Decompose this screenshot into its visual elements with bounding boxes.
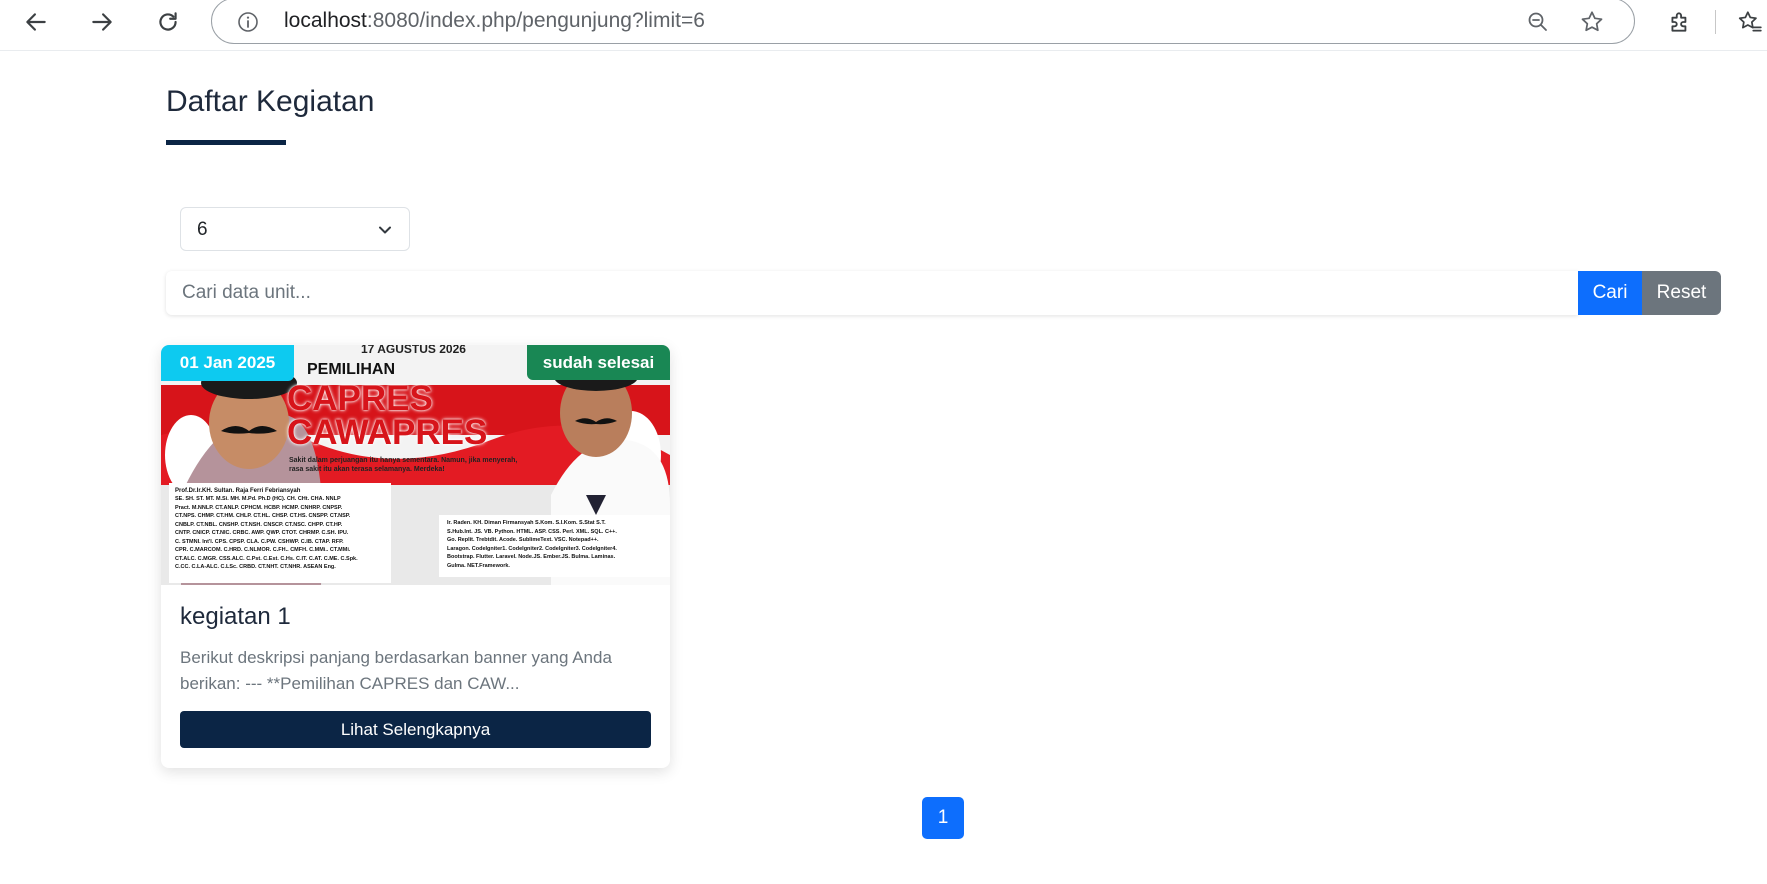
activity-banner-image: 17 AGUSTUS 2026 PEMILIHAN CAPRES CAWAPRE… bbox=[161, 345, 670, 585]
activity-card: 17 AGUSTUS 2026 PEMILIHAN CAPRES CAWAPRE… bbox=[161, 345, 670, 768]
url-path: :8080/index.php/pengunjung?limit=6 bbox=[366, 9, 705, 32]
address-bar[interactable]: localhost:8080/index.php/pengunjung?limi… bbox=[211, 0, 1635, 44]
banner-right-title-line: Bootstrap. Flutter. Laravel. Node.JS. Em… bbox=[447, 554, 616, 560]
card-title: kegiatan 1 bbox=[180, 603, 291, 630]
browser-toolbar: localhost:8080/index.php/pengunjung?limi… bbox=[0, 0, 1767, 50]
banner-date: 17 AGUSTUS 2026 bbox=[361, 345, 466, 356]
banner-left-name: Prof.Dr.Ir.KH. Sultan. Raja Ferri Febria… bbox=[175, 488, 301, 494]
banner-heading-line2: CAWAPRES bbox=[287, 413, 488, 452]
site-info-icon[interactable] bbox=[232, 6, 264, 38]
banner-right-title-line: Laragon. CodeIgniter1. CodeIgniter2. Cod… bbox=[447, 545, 617, 552]
banner-left-title-line: Pract. M.NNLP. CT.ANLP. CPHCM. HCBP. HCM… bbox=[175, 504, 343, 511]
banner-right-title-line: Go. Replit. Trebtdit. Acode. SublimeText… bbox=[447, 537, 599, 543]
reload-icon bbox=[159, 12, 177, 31]
banner-right-title-line: S.Hub.Int. JS. VB. Python. HTML. ASP. CS… bbox=[447, 528, 617, 535]
banner-left-title-line: C.CC. C.LA-ALC. C.LSc. CRBD. CT.NHT. CT.… bbox=[175, 564, 336, 570]
pagination-page-1[interactable]: 1 bbox=[922, 797, 964, 839]
favorites-star-icon bbox=[1738, 11, 1762, 32]
favorites-button[interactable] bbox=[1732, 4, 1767, 40]
limit-select[interactable]: 6 bbox=[180, 207, 410, 251]
banner-right-credentials: Ir. Raden. KH. Diman Firmansyah S.Kom. S… bbox=[439, 515, 670, 577]
banner-left-credentials: Prof.Dr.Ir.KH. Sultan. Raja Ferri Febria… bbox=[169, 483, 391, 583]
banner-left-title-line: CT.ALC. C.MGR. CSS.ALC. C.Pst. C.Est. C.… bbox=[175, 555, 358, 562]
url-text: localhost:8080/index.php/pengunjung?limi… bbox=[284, 9, 705, 33]
banner-left-title-line: C. STMNI. Int'l. CPS. CPSP. CLA. C.PW. C… bbox=[175, 538, 344, 545]
banner-left-title-line: CPR. C.MARCOM. C.HRD. C.NLMOR. C.FH.. CM… bbox=[175, 547, 351, 553]
puzzle-icon bbox=[1671, 12, 1687, 32]
url-host: localhost bbox=[284, 9, 367, 32]
forward-button[interactable] bbox=[84, 4, 120, 40]
banner-left-title-line: CNBLP. CT.NBL. CNSHP. CT.NSH. CNSCP. CT.… bbox=[175, 521, 343, 528]
banner-left-titles: SE. SH. ST. MT. M.Si. MH. M.Pd. Ph.D (HC… bbox=[175, 495, 385, 572]
title-underline bbox=[166, 140, 286, 145]
limit-select-value: 6 bbox=[197, 219, 208, 240]
search-input[interactable] bbox=[166, 271, 1578, 315]
banner-left-title-line: CNTP. CNICP. CT.NIC. CRBC. AWP. QWP. CTO… bbox=[175, 530, 349, 536]
status-badge: sudah selesai bbox=[527, 345, 670, 380]
banner-right-title-line: Gulma. NET.Framework. bbox=[447, 562, 510, 569]
zoom-icon[interactable] bbox=[1522, 6, 1554, 38]
extensions-button[interactable] bbox=[1662, 4, 1698, 40]
reset-button[interactable]: Reset bbox=[1642, 271, 1721, 315]
search-form: Cari Reset bbox=[166, 271, 1721, 315]
arrow-right-icon bbox=[92, 13, 112, 31]
banner-left-title-line: SE. SH. ST. MT. M.Si. MH. M.Pd. Ph.D (HC… bbox=[175, 496, 341, 502]
banner-tagline-1: Sakit dalam perjuangan itu hanya sementa… bbox=[289, 457, 518, 464]
view-details-button[interactable]: Lihat Selengkapnya bbox=[180, 711, 651, 748]
toolbar-divider bbox=[1715, 10, 1716, 34]
banner-left-title-line: CT.NPS. CHMP. CT.HM. CHLP. CT.HL. CHSP. … bbox=[175, 513, 351, 519]
back-button[interactable] bbox=[18, 4, 54, 40]
search-button[interactable]: Cari bbox=[1578, 271, 1642, 315]
banner-heading-small: PEMILIHAN bbox=[307, 361, 395, 378]
banner-right-title-line: Ir. Raden. KH. Diman Firmansyah S.Kom. S… bbox=[447, 520, 606, 526]
card-description: Berikut deskripsi panjang berdasarkan ba… bbox=[180, 648, 612, 693]
star-icon[interactable] bbox=[1576, 6, 1608, 38]
page-content: Daftar Kegiatan 6 Cari Reset bbox=[0, 50, 1767, 884]
date-badge: 01 Jan 2025 bbox=[161, 345, 294, 381]
banner-tagline-2: rasa sakit itu akan terasa selamanya. Me… bbox=[289, 466, 445, 473]
arrow-left-icon bbox=[26, 13, 46, 31]
reload-button[interactable] bbox=[150, 4, 186, 40]
chevron-down-icon bbox=[379, 226, 391, 234]
page-title: Daftar Kegiatan bbox=[166, 85, 375, 118]
